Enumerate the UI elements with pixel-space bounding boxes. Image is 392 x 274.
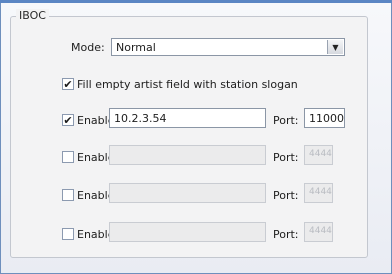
address-field-4[interactable] [109,222,266,242]
port-field-4[interactable]: 4444 [304,222,333,242]
address-field-3[interactable] [109,183,266,203]
port-label-4: Port: [273,228,299,241]
mode-select-value: Normal [116,41,156,54]
address-field-2[interactable] [109,145,266,165]
address-field-1[interactable]: 10.2.3.54 [109,108,266,128]
mode-select[interactable]: Normal ▼ [111,38,345,56]
enable-checkbox-3[interactable] [62,189,74,201]
port-field-3[interactable]: 4444 [304,183,333,203]
fill-slogan-label: Fill empty artist field with station slo… [77,78,298,91]
port-label-1: Port: [273,114,299,127]
port-label-2: Port: [273,151,299,164]
port-field-1[interactable]: 11000 [304,108,345,128]
enable-checkbox-4[interactable] [62,228,74,240]
port-label-3: Port: [273,189,299,202]
mode-label: Mode: [71,41,105,54]
fill-slogan-checkbox[interactable]: ✔ [62,78,74,90]
enable-checkbox-1[interactable]: ✔ [62,114,74,126]
groupbox-title: IBOC [16,9,49,22]
chevron-down-icon[interactable]: ▼ [327,40,343,54]
port-field-2[interactable]: 4444 [304,145,333,165]
top-border [0,0,392,3]
enable-checkbox-2[interactable] [62,151,74,163]
